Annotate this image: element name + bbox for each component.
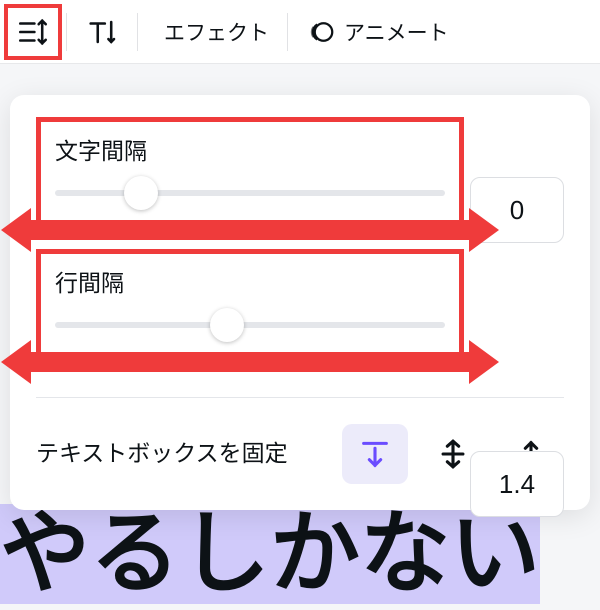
line-spacing-slider[interactable] bbox=[55, 322, 445, 328]
letter-spacing-thumb[interactable] bbox=[124, 176, 158, 210]
divider bbox=[36, 397, 564, 398]
text-height-icon bbox=[85, 15, 119, 49]
letter-spacing-row: 文字間隔 0 bbox=[36, 117, 564, 231]
line-spacing-label: 行間隔 bbox=[55, 264, 445, 298]
annotation-arrow bbox=[31, 352, 469, 372]
spacing-panel: 文字間隔 0 行間隔 1.4 テキストボックスを固定 bbox=[10, 95, 590, 510]
line-spacing-icon bbox=[16, 15, 50, 49]
anchor-top-icon bbox=[358, 437, 392, 471]
separator bbox=[137, 13, 138, 51]
effects-button[interactable]: エフェクト bbox=[142, 4, 283, 60]
line-spacing-input[interactable]: 1.4 bbox=[470, 451, 564, 517]
line-spacing-row: 行間隔 1.4 bbox=[36, 249, 564, 363]
animate-label: アニメート bbox=[344, 17, 449, 47]
separator bbox=[287, 13, 288, 51]
anchor-middle-icon bbox=[436, 437, 470, 471]
toolbar: エフェクト アニメート bbox=[0, 0, 600, 64]
line-spacing-button[interactable] bbox=[4, 4, 62, 60]
anchor-label: テキストボックスを固定 bbox=[36, 437, 330, 470]
annotation-box: 行間隔 bbox=[36, 249, 464, 363]
animate-icon bbox=[306, 17, 336, 47]
annotation-box: 文字間隔 bbox=[36, 117, 464, 231]
line-spacing-thumb[interactable] bbox=[210, 308, 244, 342]
separator bbox=[66, 13, 67, 51]
annotation-arrow bbox=[31, 220, 469, 240]
text-height-button[interactable] bbox=[71, 4, 133, 60]
anchor-top-button[interactable] bbox=[342, 424, 408, 484]
effects-label: エフェクト bbox=[164, 17, 269, 47]
animate-button[interactable]: アニメート bbox=[292, 4, 463, 60]
letter-spacing-slider[interactable] bbox=[55, 190, 445, 196]
letter-spacing-label: 文字間隔 bbox=[55, 132, 445, 166]
